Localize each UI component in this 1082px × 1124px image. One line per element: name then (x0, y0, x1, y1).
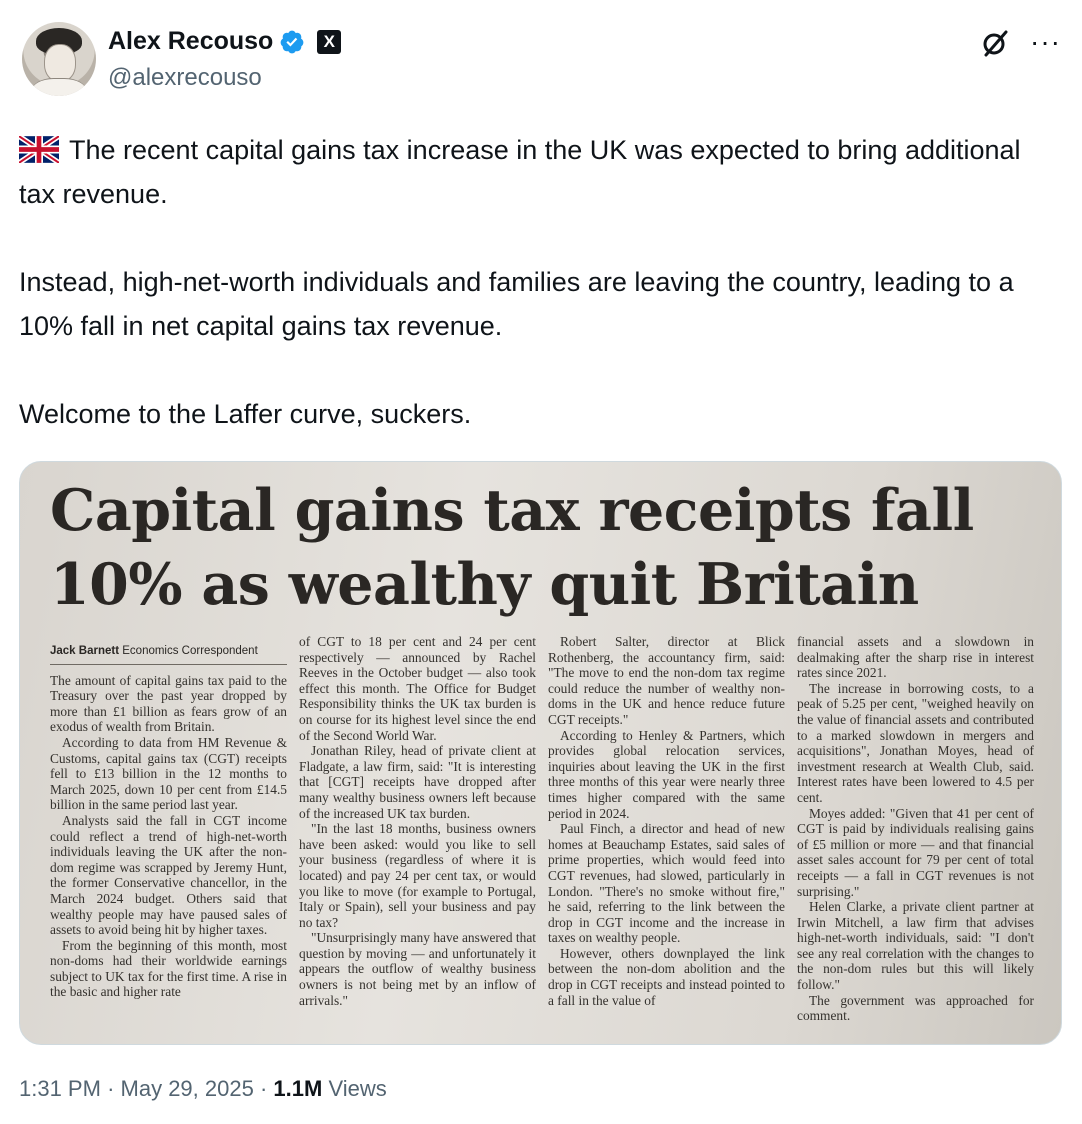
article-paragraph: Analysts said the fall in CGT income cou… (50, 812, 287, 938)
tweet-paragraph-2: Instead, high-net-worth individuals and … (19, 267, 1014, 341)
article-paragraph: of CGT to 18 per cent and 24 per cent re… (299, 634, 536, 743)
avatar-face (44, 44, 76, 82)
separator: · (107, 1076, 115, 1101)
more-icon[interactable]: ··· (1030, 26, 1061, 58)
views-label: Views (328, 1076, 387, 1101)
verified-badge-icon[interactable] (279, 29, 305, 55)
grok-icon[interactable] (980, 28, 1010, 58)
tweet-paragraph-3: Welcome to the Laffer curve, suckers. (19, 399, 472, 429)
author-name-row: Alex Recouso X (108, 27, 342, 56)
article-paragraph: The increase in borrowing costs, to a pe… (797, 680, 1034, 805)
article-headline-line-2: 10% as wealthy quit Britain (50, 551, 919, 618)
tweet-image[interactable]: Capital gains tax receipts fall 10% as w… (19, 461, 1062, 1045)
article-paragraph: The amount of capital gains tax paid to … (50, 672, 287, 735)
article-headline-line-1: Capital gains tax receipts fall (50, 477, 974, 544)
article-paragraph: "In the last 18 months, business owners … (299, 821, 536, 930)
article-paragraph: However, others downplayed the link betw… (548, 945, 785, 1008)
article-paragraph: From the beginning of this month, most n… (50, 937, 287, 1000)
article-paragraph: Robert Salter, director at Blick Rothenb… (548, 634, 785, 727)
uk-flag-icon (19, 136, 59, 163)
article-headline: Capital gains tax receipts fall 10% as w… (50, 474, 1040, 622)
tweet-paragraph-1: The recent capital gains tax increase in… (19, 128, 1064, 216)
tweet-text: The recent capital gains tax increase in… (19, 128, 1064, 436)
byline-name: Jack Barnett (50, 645, 120, 657)
views-count[interactable]: 1.1M (273, 1076, 322, 1101)
tweet-date[interactable]: May 29, 2025 (121, 1076, 254, 1101)
tweet-time[interactable]: 1:31 PM (19, 1076, 101, 1101)
article-paragraph: Moyes added: "Given that 41 per cent of … (797, 805, 1034, 899)
avatar-body (32, 78, 86, 96)
article-paragraph: Jonathan Riley, head of private client a… (299, 743, 536, 821)
article-paragraph: According to Henley & Partners, which pr… (548, 727, 785, 821)
article-column-1: Jack Barnett Economics Correspondent The… (50, 634, 287, 1024)
tweet-paragraph-1-text: The recent capital gains tax increase in… (19, 135, 1021, 209)
byline-role: Economics Correspondent (122, 645, 258, 657)
article-paragraph: "Unsurprisingly many have answered that … (299, 930, 536, 1008)
article-paragraph: financial assets and a slowdown in dealm… (797, 634, 1034, 681)
tweet-meta: 1:31 PM · May 29, 2025 · 1.1M Views (19, 1076, 387, 1102)
separator: · (259, 1076, 268, 1101)
avatar[interactable] (22, 22, 96, 96)
article-column-3: Robert Salter, director at Blick Rothenb… (548, 634, 785, 1024)
article-paragraph: The government was approached for commen… (797, 992, 1034, 1024)
author-name[interactable]: Alex Recouso (108, 27, 273, 56)
author-handle[interactable]: @alexrecouso (108, 64, 262, 92)
article-column-2: of CGT to 18 per cent and 24 per cent re… (299, 634, 536, 1024)
article-columns: Jack Barnett Economics Correspondent The… (50, 634, 1040, 1024)
affiliate-badge[interactable]: X (317, 29, 342, 54)
article-byline: Jack Barnett Economics Correspondent (50, 644, 287, 665)
article-paragraph: According to data from HM Revenue & Cust… (50, 734, 287, 813)
article-paragraph: Helen Clarke, a private client partner a… (797, 899, 1034, 993)
article-column-4: financial assets and a slowdown in dealm… (797, 634, 1034, 1024)
article-paragraph: Paul Finch, a director and head of new h… (548, 821, 785, 946)
